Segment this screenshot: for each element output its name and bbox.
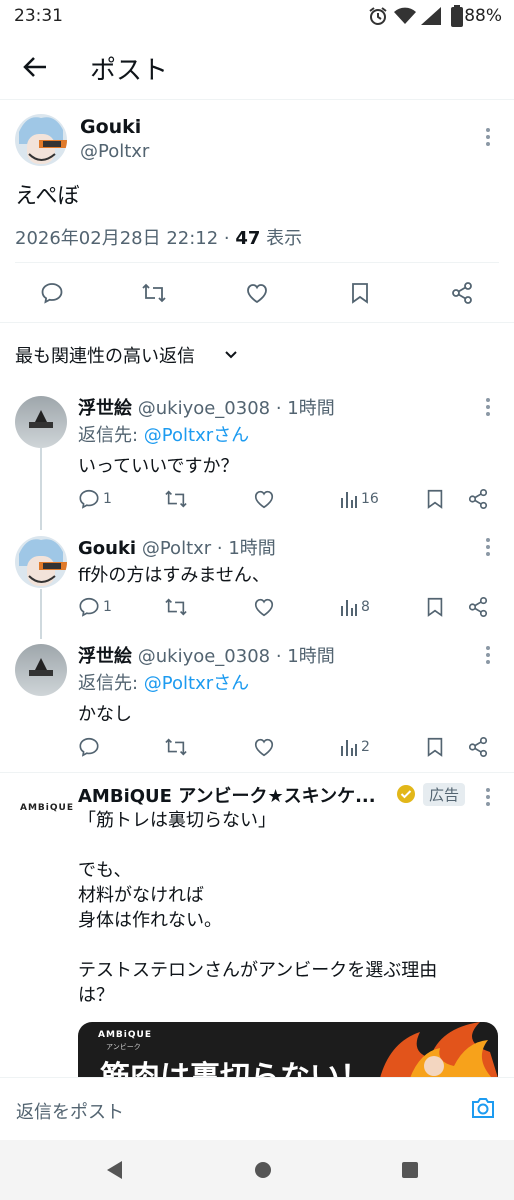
bookmark-icon[interactable] [424, 596, 446, 618]
status-bar: 23:31 88% [0, 0, 514, 34]
reply-to-handle[interactable]: @Poltxrさん [144, 673, 249, 694]
system-nav-bar [0, 1140, 514, 1200]
reply-avatar[interactable] [15, 644, 67, 696]
ad-badge: 広告 [423, 783, 466, 806]
reply-header: Gouki @Poltxr · 1時間 [78, 534, 276, 560]
reply-display-name[interactable]: 浮世絵 [78, 398, 132, 419]
signal-icon [421, 7, 441, 25]
ad-text: 「筋トレは裏切らない」 でも、 材料がなければ 身体は作れない。 テストステロン… [78, 810, 438, 1006]
views-icon[interactable] [340, 736, 358, 758]
reply-sort-label: 最も関連性の高い返信 [15, 346, 195, 367]
ad-logo[interactable]: AMBiQUE [20, 803, 74, 813]
ad-banner-logo: AMBiQUE [98, 1030, 152, 1040]
bookmark-icon[interactable] [424, 736, 446, 758]
post-timestamp: 2026年02月28日 22:12 · [15, 228, 236, 249]
ad-banner-sub: アンビーク [106, 1043, 141, 1051]
ad-banner-headline: 筋肉は裏切らない！ [100, 1060, 370, 1078]
battery-icon [451, 5, 463, 27]
reply-to-prefix: 返信先: [78, 673, 144, 694]
like-icon[interactable] [253, 488, 275, 510]
post-text: えぺぼ [15, 184, 80, 209]
nav-home-icon[interactable] [254, 1161, 272, 1179]
thread-line [40, 589, 42, 639]
views-icon[interactable] [340, 596, 358, 618]
reply-composer: 返信をポスト [0, 1077, 514, 1139]
reply-more-icon[interactable] [486, 646, 490, 667]
reply-text: かなし [78, 704, 132, 725]
chevron-down-icon[interactable] [222, 346, 240, 364]
wifi-icon [394, 7, 416, 25]
ad-display-name[interactable]: AMBiQUE アンビーク★スキンケ... [78, 782, 376, 808]
ad-banner-image[interactable]: AMBiQUE アンビーク 筋肉は裏切らない！ [78, 1022, 498, 1078]
repost-icon[interactable] [141, 281, 167, 305]
view-count: 2 [361, 739, 370, 755]
bookmark-icon[interactable] [424, 488, 446, 510]
reply-text: いっていいですか？ [78, 456, 239, 477]
repost-icon[interactable] [164, 596, 188, 618]
repost-icon[interactable] [164, 736, 188, 758]
like-icon[interactable] [253, 596, 275, 618]
reply-sort-selector[interactable]: 最も関連性の高い返信 [15, 342, 195, 368]
top-app-bar: ポスト [0, 34, 514, 100]
post-avatar[interactable] [15, 114, 67, 166]
reply-to-handle[interactable]: @Poltxrさん [144, 425, 249, 446]
reply-header: 浮世絵 @ukiyoe_0308 · 1時間 [78, 394, 335, 420]
reply-more-icon[interactable] [486, 398, 490, 419]
reply-icon[interactable] [40, 281, 64, 305]
share-icon[interactable] [450, 281, 474, 305]
reply-more-icon[interactable] [486, 538, 490, 559]
verified-badge-icon [396, 784, 416, 804]
repost-icon[interactable] [164, 488, 188, 510]
reply-display-name[interactable]: Gouki [78, 538, 136, 559]
thread-line [40, 448, 42, 530]
reply-meta: @ukiyoe_0308 · 1時間 [137, 398, 335, 419]
post-views-count: 47 [235, 228, 261, 249]
view-count: 16 [361, 491, 379, 507]
nav-back-icon[interactable] [105, 1160, 123, 1180]
post-meta: 2026年02月28日 22:12 · 47 表示 [15, 224, 302, 250]
reply-avatar[interactable] [15, 536, 67, 588]
like-icon[interactable] [245, 281, 269, 305]
nav-recents-icon[interactable] [401, 1161, 419, 1179]
view-count: 8 [361, 599, 370, 615]
share-icon[interactable] [467, 736, 489, 758]
post-handle[interactable]: @Poltxr [80, 141, 149, 162]
ad-label: 広告 [423, 783, 466, 806]
reply-count: 1 [103, 491, 112, 507]
like-icon[interactable] [253, 736, 275, 758]
share-icon[interactable] [467, 488, 489, 510]
reply-header: 浮世絵 @ukiyoe_0308 · 1時間 [78, 642, 335, 668]
alarm-icon [368, 6, 388, 26]
post-views-label: 表示 [260, 228, 303, 249]
reply-meta: @ukiyoe_0308 · 1時間 [137, 646, 335, 667]
share-icon[interactable] [467, 596, 489, 618]
reply-to-prefix: 返信先: [78, 425, 144, 446]
reply-icon[interactable] [78, 736, 100, 758]
battery-percent: 88% [464, 6, 502, 26]
reply-input[interactable]: 返信をポスト [16, 1098, 124, 1124]
page-title: ポスト [90, 56, 169, 86]
reply-display-name[interactable]: 浮世絵 [78, 646, 132, 667]
reply-icon[interactable] [78, 596, 100, 618]
reply-text: ff外の方はすみません、 [78, 565, 270, 586]
ad-more-icon[interactable] [486, 788, 490, 809]
camera-icon[interactable] [470, 1096, 496, 1120]
reply-count: 1 [103, 599, 112, 615]
reply-to: 返信先: @Poltxrさん [78, 421, 249, 447]
post-display-name[interactable]: Gouki [80, 116, 141, 138]
status-time: 23:31 [14, 6, 63, 26]
views-icon[interactable] [340, 488, 358, 510]
reply-to: 返信先: @Poltxrさん [78, 669, 249, 695]
post-more-icon[interactable] [486, 128, 490, 149]
bookmark-icon[interactable] [348, 281, 372, 305]
flame-icon [370, 1022, 498, 1078]
reply-avatar[interactable] [15, 396, 67, 448]
reply-icon[interactable] [78, 488, 100, 510]
reply-meta: @Poltxr · 1時間 [141, 538, 276, 559]
back-arrow-icon[interactable] [22, 54, 48, 80]
